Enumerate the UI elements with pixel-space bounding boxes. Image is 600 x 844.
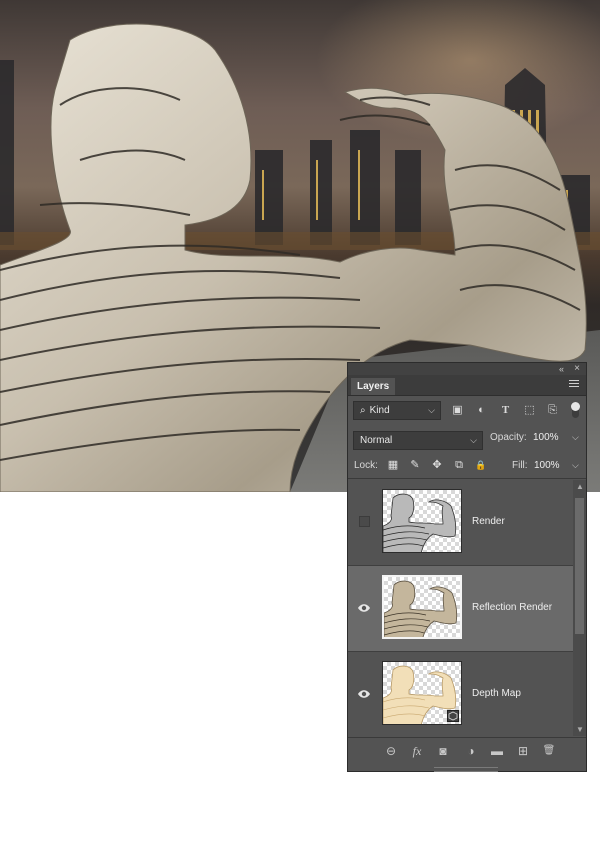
fx-icon[interactable]: fx <box>410 744 424 758</box>
new-group-icon[interactable]: ▬ <box>490 744 504 758</box>
scrollbar-thumb[interactable] <box>575 498 584 634</box>
shape-filter-icon[interactable]: ⬚ <box>523 404 536 417</box>
opacity-input[interactable]: 100% <box>533 432 559 443</box>
panel-resize-grip[interactable] <box>434 767 498 772</box>
lock-artboard-icon[interactable]: ⧉ <box>453 459 465 471</box>
eye-icon[interactable] <box>357 688 371 700</box>
adjustment-layer-icon[interactable]: ◑ <box>464 744 478 758</box>
lock-position-icon[interactable]: ✥ <box>431 459 443 471</box>
layer-row-depth-map[interactable]: Depth Map <box>348 652 573 736</box>
lock-transparent-pixels-icon[interactable]: ▦ <box>387 459 399 471</box>
layer-name[interactable]: Reflection Render <box>472 602 552 613</box>
tab-layers[interactable]: Layers <box>351 378 396 395</box>
new-layer-icon[interactable]: ⊞ <box>516 744 530 758</box>
panel-footer: ⊖ fx ◙ ◑ ▬ ⊞ 🗑 <box>348 737 586 772</box>
smart-object-filter-icon[interactable]: ⎘ <box>546 404 559 417</box>
eye-icon[interactable] <box>357 602 371 614</box>
chevron-down-icon: ⌵ <box>428 405 435 415</box>
fill-chevron-icon[interactable]: ⌵ <box>572 460 579 471</box>
visibility-toggle-off[interactable] <box>359 516 370 527</box>
layer-name[interactable]: Depth Map <box>472 688 521 699</box>
pixel-filter-icon[interactable]: ▣ <box>451 404 464 417</box>
link-layers-icon[interactable]: ⊖ <box>384 744 398 758</box>
filter-toggle-icon[interactable] <box>571 402 580 418</box>
panel-tab-row: Layers <box>348 375 586 396</box>
filter-kind-dropdown[interactable]: ⌕ Kind ⌵ <box>353 401 441 420</box>
layers-scrollbar[interactable]: ▲ ▼ <box>573 480 586 736</box>
layer-thumbnail <box>382 661 462 725</box>
collapse-icon[interactable]: « <box>559 363 564 375</box>
layer-row-reflection-render[interactable]: Reflection Render <box>348 566 573 652</box>
layer-filter-row: ⌕ Kind ⌵ ▣ ◐ T ⬚ ⎘ <box>348 399 586 421</box>
layer-row-render[interactable]: Render <box>348 480 573 566</box>
adjustment-filter-icon[interactable]: ◐ <box>475 404 488 417</box>
layers-panel: « × Layers ⌕ Kind ⌵ ▣ ◐ T ⬚ ⎘ Normal ⌵ Op… <box>347 362 587 772</box>
scroll-down-icon[interactable]: ▼ <box>576 725 584 734</box>
smart-object-badge-icon <box>447 710 459 722</box>
chevron-down-icon: ⌵ <box>470 435 477 445</box>
layer-thumbnail <box>382 489 462 553</box>
scroll-up-icon[interactable]: ▲ <box>576 482 584 491</box>
layer-name[interactable]: Render <box>472 516 505 527</box>
filter-kind-label: Kind <box>369 405 390 416</box>
fill-label: Fill: <box>512 460 528 471</box>
blend-opacity-row: Normal ⌵ Opacity: 100% ⌵ <box>348 429 586 451</box>
statue-sketch-icon <box>383 493 457 552</box>
lock-label: Lock: <box>354 460 378 471</box>
opacity-label: Opacity: <box>490 432 527 443</box>
search-icon: ⌕ <box>360 405 366 416</box>
panel-titlebar[interactable]: « × <box>348 363 586 375</box>
layer-thumbnail <box>382 575 462 639</box>
panel-menu-icon[interactable] <box>569 380 579 389</box>
add-mask-icon[interactable]: ◙ <box>436 744 450 758</box>
type-filter-icon[interactable]: T <box>499 404 512 417</box>
blend-mode-value: Normal <box>360 435 393 446</box>
opacity-chevron-icon[interactable]: ⌵ <box>572 432 579 443</box>
lock-image-pixels-icon[interactable]: ✎ <box>409 459 421 471</box>
delete-layer-icon[interactable]: 🗑 <box>542 744 556 758</box>
fill-input[interactable]: 100% <box>534 460 560 471</box>
layers-list: Render Reflection Render Depth Map <box>348 480 573 736</box>
lock-all-icon[interactable]: 🔒 <box>475 459 487 471</box>
lock-row: Lock: ▦ ✎ ✥ ⧉ 🔒 Fill: 100% ⌵ <box>348 456 586 479</box>
blend-mode-dropdown[interactable]: Normal ⌵ <box>353 431 483 450</box>
close-icon[interactable]: × <box>574 363 580 375</box>
statue-chrome-icon <box>384 580 458 637</box>
